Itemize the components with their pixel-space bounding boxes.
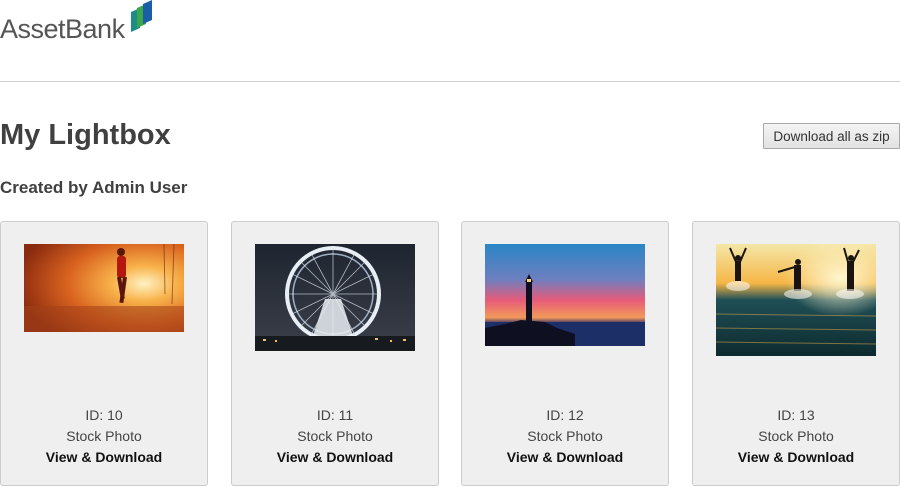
card-meta: ID: 12 Stock Photo View & Download: [462, 405, 668, 468]
asset-id: ID: 11: [316, 407, 354, 423]
lighthouse-sunset-photo[interactable]: [485, 244, 645, 346]
asset-id: ID: 13: [777, 407, 815, 423]
view-download-link[interactable]: View & Download: [46, 447, 162, 468]
card-meta: ID: 11 Stock Photo View & Download: [232, 405, 438, 468]
card-meta: ID: 13 Stock Photo View & Download: [693, 405, 899, 468]
people-splashing-sea-photo[interactable]: [716, 244, 876, 356]
lightbox-owner: Created by Admin User: [0, 178, 188, 197]
site-header: AssetBank: [0, 0, 900, 82]
lightbox-card[interactable]: ID: 13 Stock Photo View & Download: [692, 221, 900, 486]
asset-type: Stock Photo: [297, 428, 373, 444]
asset-type: Stock Photo: [527, 428, 603, 444]
ferris-wheel-night-photo[interactable]: [255, 244, 415, 351]
asset-id: ID: 10: [85, 407, 123, 423]
lightbox-card[interactable]: ID: 10 Stock Photo View & Download: [0, 221, 208, 486]
logo-mark-icon: [130, 0, 152, 32]
view-download-link[interactable]: View & Download: [738, 447, 854, 468]
page-title: My Lightbox: [0, 119, 171, 151]
asset-type: Stock Photo: [66, 428, 142, 444]
card-meta: ID: 10 Stock Photo View & Download: [1, 405, 207, 468]
download-all-zip-button[interactable]: Download all as zip: [763, 123, 900, 149]
view-download-link[interactable]: View & Download: [277, 447, 393, 468]
lightbox-card[interactable]: ID: 12 Stock Photo View & Download: [461, 221, 669, 486]
logo-text: AssetBank: [0, 14, 125, 44]
view-download-link[interactable]: View & Download: [507, 447, 623, 468]
asset-id: ID: 12: [546, 407, 584, 423]
lightbox-card[interactable]: ID: 11 Stock Photo View & Download: [231, 221, 439, 486]
runner-sunset-photo[interactable]: [24, 244, 184, 332]
assetbank-logo[interactable]: AssetBank: [0, 0, 155, 46]
asset-type: Stock Photo: [758, 428, 834, 444]
